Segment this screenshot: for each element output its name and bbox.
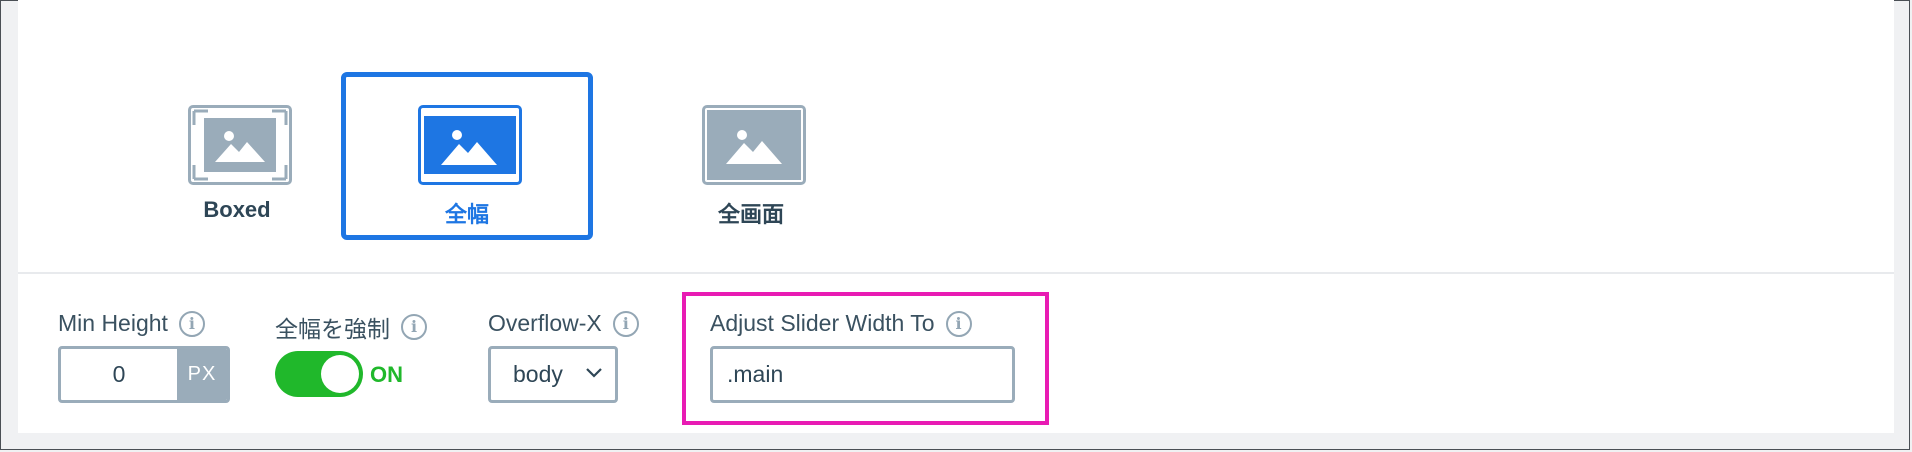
min-height-label: Min Height i <box>58 310 205 337</box>
image-fullscreen-icon <box>702 105 806 185</box>
force-fullwidth-label: 全幅を強制 i <box>275 310 427 344</box>
min-height-unit[interactable]: PX <box>177 349 227 400</box>
layout-label-fullwidth: 全幅 <box>444 202 489 227</box>
chevron-down-icon <box>586 368 602 378</box>
min-height-label-text: Min Height <box>58 310 168 336</box>
info-icon[interactable]: i <box>401 314 427 340</box>
overflow-x-select[interactable]: body <box>488 346 618 403</box>
image-fullwidth-icon <box>418 105 522 185</box>
layout-label-fullscreen: 全画面 <box>717 202 784 227</box>
layout-option-fullwidth[interactable]: 全幅 <box>341 72 593 240</box>
info-icon[interactable]: i <box>178 310 205 337</box>
force-fullwidth-label-text: 全幅を強制 <box>275 316 390 342</box>
layout-label-boxed: Boxed <box>203 197 271 222</box>
overflow-x-value: body <box>513 361 563 387</box>
highlight-box <box>682 292 1049 425</box>
info-icon[interactable]: i <box>612 310 639 337</box>
min-height-value[interactable]: 0 <box>61 349 177 400</box>
section-divider <box>18 272 1894 274</box>
toggle-knob <box>321 355 359 393</box>
toggle-state-text: ON <box>370 362 403 387</box>
image-boxed-icon <box>188 105 292 185</box>
layout-option-fullscreen[interactable]: 全画面 <box>625 72 877 240</box>
min-height-input[interactable]: 0 PX <box>58 346 230 403</box>
layout-option-boxed[interactable]: Boxed <box>111 72 363 240</box>
force-fullwidth-toggle[interactable] <box>275 351 363 397</box>
overflow-x-label: Overflow-X i <box>488 310 639 337</box>
overflow-x-label-text: Overflow-X <box>488 310 602 336</box>
